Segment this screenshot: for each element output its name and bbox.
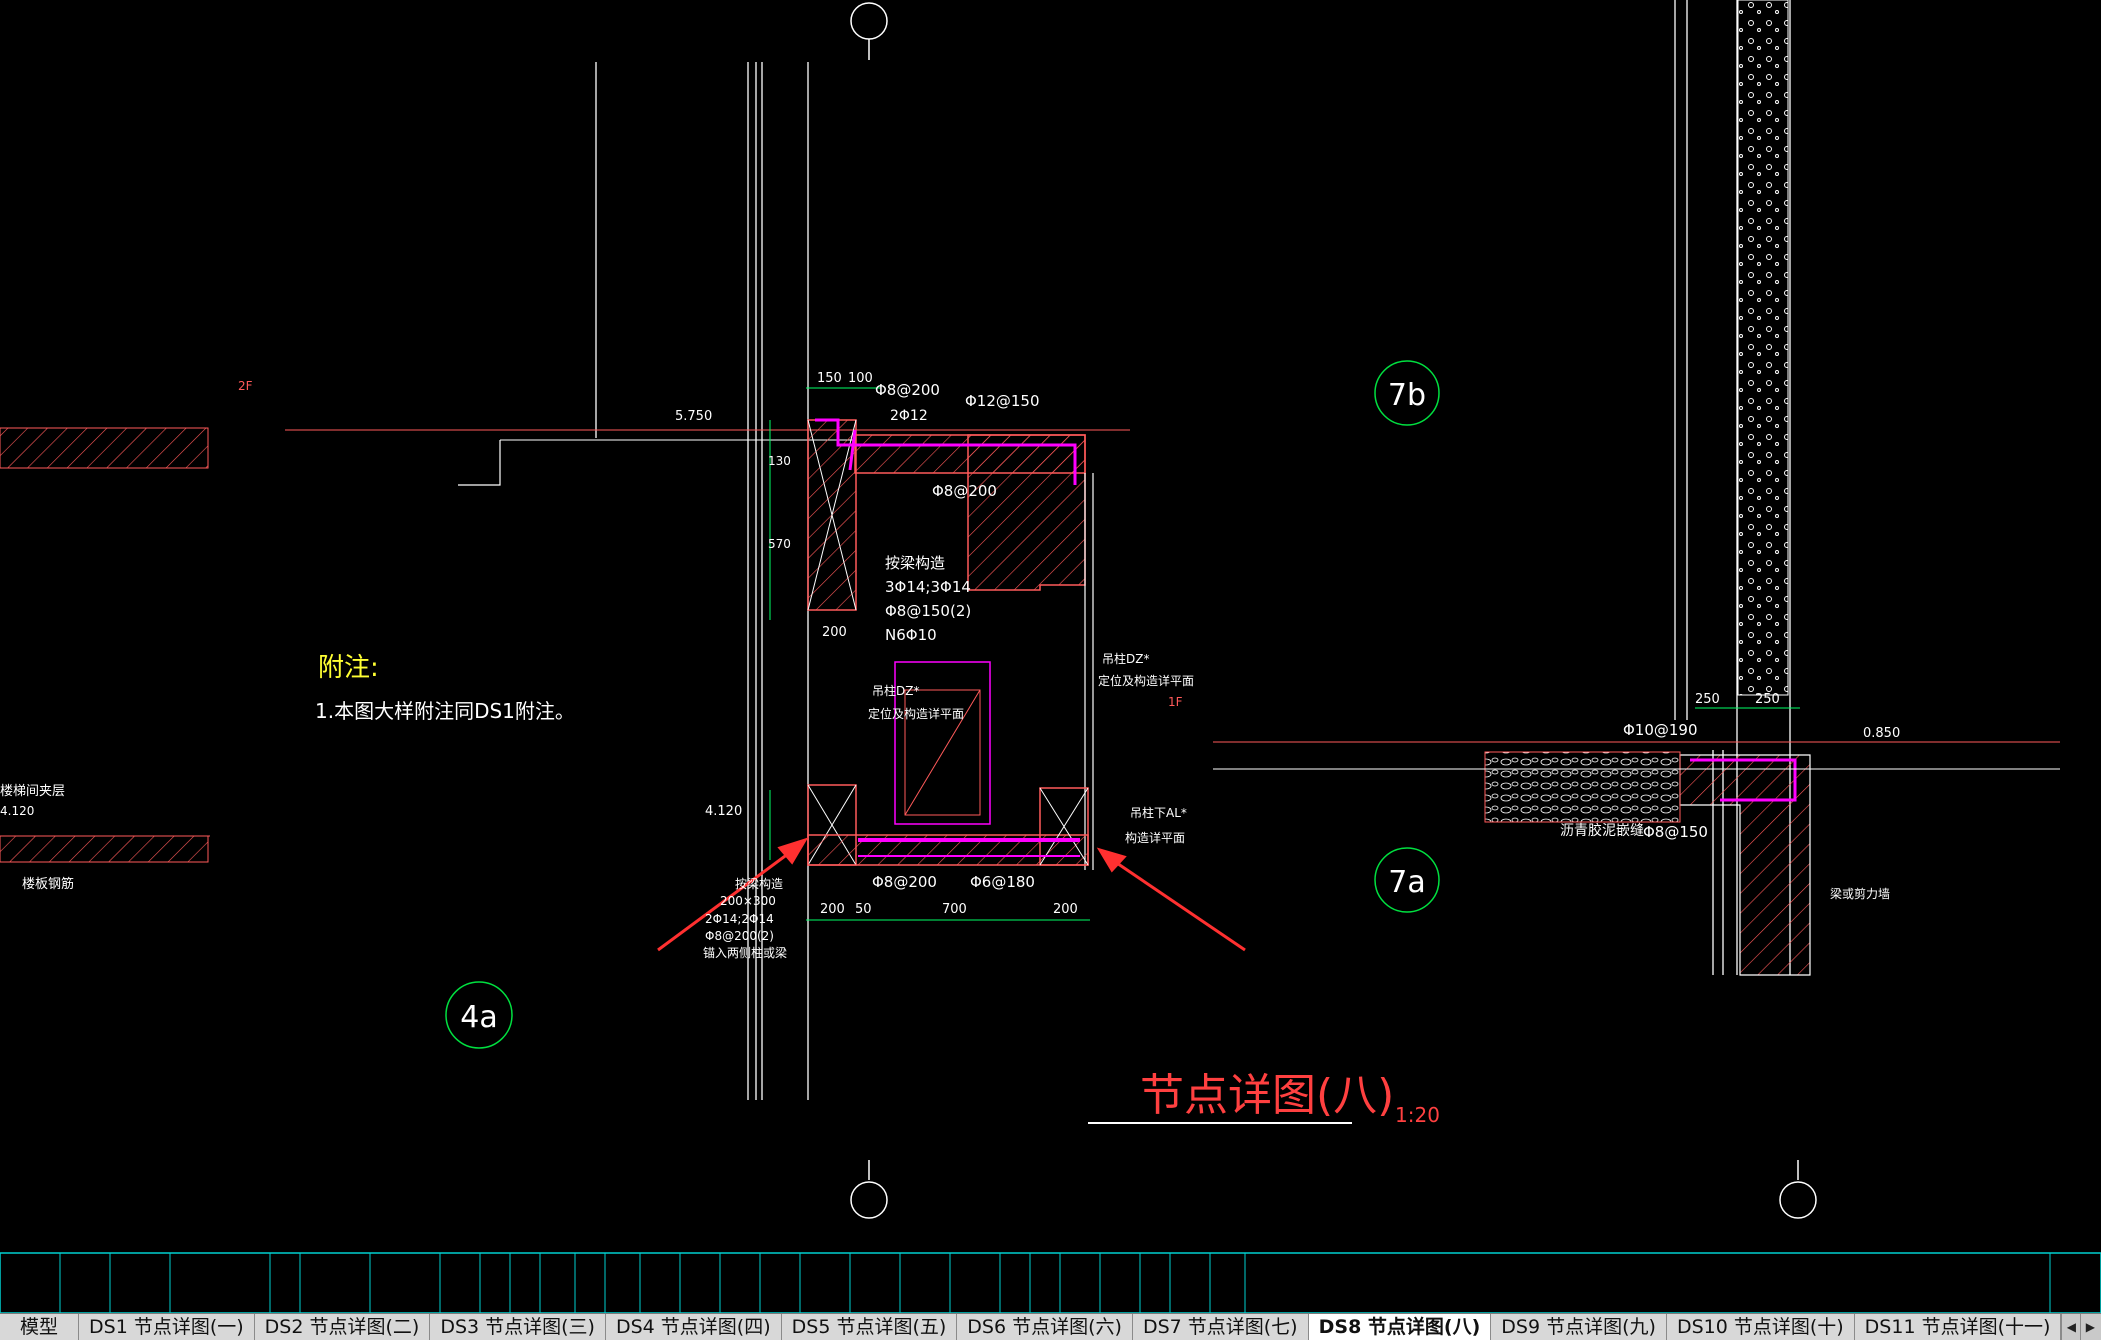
title-block: [0, 1252, 2101, 1314]
dim-570: 570: [768, 537, 791, 551]
left-elev: 4.120: [0, 804, 34, 818]
al-label-2: 构造详平面: [1125, 830, 1185, 845]
tab-ds2[interactable]: DS2 节点详图(二): [254, 1314, 431, 1340]
drawing-title: 节点详图(八): [1140, 1070, 1394, 1121]
dim-200-col: 200: [822, 625, 847, 640]
left-label-2: 楼板钢筋: [22, 876, 74, 892]
al-label-1: 吊柱下AL*: [1130, 805, 1187, 820]
marker-7a-label: 7a: [1388, 865, 1425, 900]
rebar-inner: Φ8@200: [932, 482, 997, 500]
detail-marker-7b[interactable]: 7b: [1374, 360, 1440, 426]
bottom-beam-2: 200×300: [720, 894, 776, 908]
beam-rebar2: Φ8@150(2): [885, 602, 971, 620]
right-rebar-1: Φ10@190: [1623, 721, 1698, 739]
tab-ds7[interactable]: DS7 节点详图(七): [1132, 1314, 1309, 1340]
cad-drawing-canvas[interactable]: 7b 7a 4a 节点详图(八) 1:20 附注: 1.本图大样附注同DS1附注…: [0, 0, 2101, 1339]
rebar-phi12-150: Φ12@150: [965, 392, 1040, 410]
right-foundation: [1213, 741, 2060, 976]
note-line: 1.本图大样附注同DS1附注。: [315, 699, 575, 723]
elev-5750: 5.750: [675, 409, 712, 424]
dim-bottom-4: 200: [1053, 902, 1078, 917]
beam-title: 按梁构造: [885, 554, 945, 572]
dim-150: 150: [817, 371, 842, 386]
insulation-column: [1737, 0, 1789, 696]
tab-ds3[interactable]: DS3 节点详图(三): [430, 1314, 606, 1340]
tab-ds1[interactable]: DS1 节点详图(一): [79, 1314, 255, 1340]
tab-scroll-left-icon[interactable]: ◀: [2061, 1314, 2081, 1340]
dim-bottom-3: 700: [942, 902, 967, 917]
dz-label-1: 吊柱DZ*: [872, 683, 919, 698]
bottom-beam-4: Φ8@200(2): [705, 929, 774, 943]
beam-rebar1: 3Φ14;3Φ14: [885, 578, 971, 596]
marker-7b-label: 7b: [1388, 378, 1426, 413]
note-heading: 附注:: [318, 653, 379, 683]
elev-0850: 0.850: [1863, 726, 1900, 741]
dim-bottom-1: 200: [820, 902, 845, 917]
floor-1f-label: 1F: [1168, 695, 1183, 709]
bottom-beam-3: 2Φ14;2Φ14: [705, 912, 774, 926]
left-column: [807, 419, 857, 866]
beam-rebar3: N6Φ10: [885, 626, 937, 644]
tab-model[interactable]: 模型: [0, 1314, 80, 1340]
bottom-slab: [0, 427, 1089, 866]
right-rebar-2: Φ8@150: [1643, 823, 1708, 841]
tab-scroll-right-icon[interactable]: ▶: [2080, 1314, 2100, 1340]
rebar-2phi12: 2Φ12: [890, 408, 928, 424]
detail-marker-7a[interactable]: 7a: [1374, 847, 1440, 913]
dim-bottom-2: 50: [855, 902, 872, 917]
tab-ds6[interactable]: DS6 节点详图(六): [957, 1314, 1133, 1340]
bottom-rebar-1: Φ8@200: [872, 873, 937, 891]
right-label-2: 梁或剪力墙: [1830, 886, 1890, 901]
tab-ds4[interactable]: DS4 节点详图(四): [605, 1314, 782, 1340]
dz-label-4: 定位及构造详平面: [1098, 673, 1194, 688]
dim-130: 130: [768, 454, 791, 468]
bottom-beam-5: 锚入两侧柱或梁: [703, 945, 787, 960]
bottom-beam-1: 按梁构造: [735, 876, 783, 891]
layout-tab-bar: 模型 DS1 节点详图(一) DS2 节点详图(二) DS3 节点详图(三) D…: [0, 1313, 2101, 1340]
right-dim-2: 250: [1755, 692, 1780, 707]
tab-ds8[interactable]: DS8 节点详图(八): [1308, 1314, 1492, 1340]
tab-ds10[interactable]: DS10 节点详图(十): [1666, 1314, 1855, 1340]
detail-marker-4a[interactable]: 4a: [445, 981, 513, 1049]
elev-4120: 4.120: [705, 804, 742, 819]
right-label-1: 沥青胶泥嵌缝: [1560, 822, 1644, 839]
dz-label-2: 定位及构造详平面: [868, 706, 964, 721]
tab-ds5[interactable]: DS5 节点详图(五): [781, 1314, 958, 1340]
axis-markers: [850, 2, 1817, 1219]
marker-4a-label: 4a: [460, 1000, 497, 1035]
rebar-top: Φ8@200: [875, 381, 940, 399]
drawing-scale: 1:20: [1395, 1103, 1440, 1127]
dim-100: 100: [848, 371, 873, 386]
bottom-rebar-2: Φ6@180: [970, 873, 1035, 891]
tab-ds11[interactable]: DS11 节点详图(十一): [1854, 1314, 2062, 1340]
floor-2f-label: 2F: [238, 379, 253, 393]
left-label-1: 楼梯间夹层: [0, 784, 65, 799]
dz-label-3: 吊柱DZ*: [1102, 651, 1149, 666]
tab-ds9[interactable]: DS9 节点详图(九): [1491, 1314, 1667, 1340]
right-dim-1: 250: [1695, 692, 1720, 707]
